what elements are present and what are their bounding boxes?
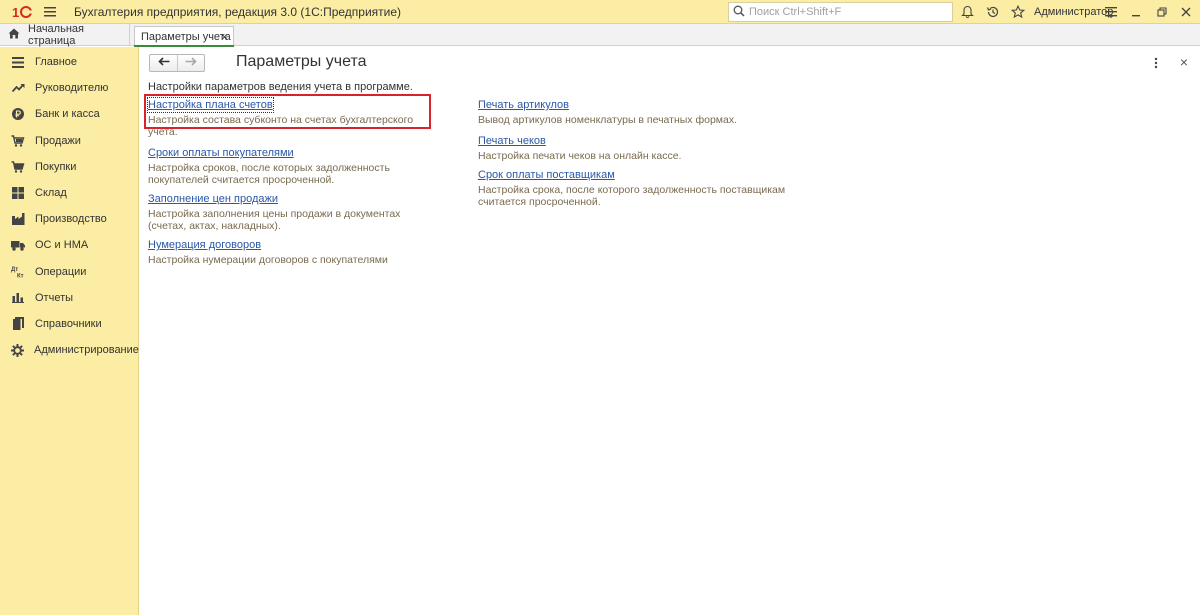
sidebar-item-label: Отчеты <box>35 291 74 304</box>
sidebar-item-administration[interactable]: Администрирование <box>0 337 139 363</box>
title-bar: 1 Бухгалтерия предприятия, редакция 3.0 … <box>0 0 1200 24</box>
setting-link[interactable]: Печать чеков <box>478 134 546 148</box>
sidebar-item-label: Склад <box>35 187 67 200</box>
tab-accounting-parameters[interactable]: Параметры учета × <box>134 26 234 47</box>
history-navigation <box>149 54 205 72</box>
setting-supplier-payment-terms: Срок оплаты поставщикам Настройка срока,… <box>478 168 798 208</box>
setting-description: Настройка сроков, после которых задолжен… <box>148 162 390 186</box>
sidebar-item-operations[interactable]: Дт Кт Операции <box>0 259 138 285</box>
svg-text:Кт: Кт <box>17 274 24 279</box>
minimize-icon[interactable] <box>1126 0 1146 24</box>
setting-customer-payment-terms: Сроки оплаты покупателями Настройка срок… <box>148 146 438 186</box>
setting-link[interactable]: Заполнение цен продажи <box>148 192 278 206</box>
factory-icon <box>11 212 25 226</box>
sidebar-item-production[interactable]: Производство <box>0 206 138 232</box>
sidebar-item-label: Банк и касса <box>35 108 100 121</box>
truck-icon <box>11 238 25 252</box>
setting-contract-numbering: Нумерация договоров Настройка нумерации … <box>148 238 438 266</box>
tab-home-label: Начальная страница <box>28 23 84 47</box>
setting-link[interactable]: Настройка плана счетов <box>147 97 274 113</box>
cart-arrow-icon <box>11 134 25 148</box>
ruble-coin-icon <box>11 107 25 121</box>
sidebar-item-warehouse[interactable]: Склад <box>0 180 138 206</box>
sidebar-item-bank[interactable]: Банк и касса <box>0 101 138 127</box>
setting-link[interactable]: Срок оплаты поставщикам <box>478 168 615 182</box>
sidebar-item-label: Главное <box>35 56 78 69</box>
setting-link[interactable]: Печать артикулов <box>478 98 569 112</box>
setting-description: Настройка нумерации договоров с покупате… <box>148 254 388 266</box>
setting-description: Настройка состава субконто на счетах бух… <box>148 114 414 138</box>
search-input[interactable] <box>749 6 949 18</box>
sidebar-item-label: Операции <box>35 265 87 278</box>
sidebar-item-director[interactable]: Руководителю <box>0 75 138 101</box>
settings-right-column: Печать артикулов Вывод артикулов номенкл… <box>478 98 798 214</box>
app-title: Бухгалтерия предприятия, редакция 3.0 (1… <box>74 4 402 19</box>
dt-kt-icon: Дт Кт <box>11 265 25 279</box>
page-subtitle: Настройки параметров ведения учета в про… <box>148 81 413 93</box>
forward-button[interactable] <box>177 55 204 71</box>
main-content: Параметры учета × Настройки параметров в… <box>140 47 1200 615</box>
setting-description: Настройка печати чеков на онлайн кассе. <box>478 150 682 162</box>
sidebar-item-label: Продажи <box>35 134 81 147</box>
setting-description: Вывод артикулов номенклатуры в печатных … <box>478 114 738 126</box>
tabs-bar: Начальная страница Параметры учета × <box>0 23 1200 47</box>
more-actions-icon[interactable] <box>1148 55 1164 71</box>
tab-close-icon[interactable]: × <box>221 29 228 45</box>
close-window-icon[interactable] <box>1176 0 1196 24</box>
warehouse-icon <box>11 186 25 200</box>
setting-chart-of-accounts: Настройка плана счетов Настройка состава… <box>144 94 438 138</box>
sidebar-item-label: Справочники <box>35 317 102 330</box>
list-icon <box>11 55 25 69</box>
main-menu-icon[interactable] <box>40 0 60 24</box>
sidebar-item-fixed-assets[interactable]: ОС и НМА <box>0 232 138 258</box>
page-title: Параметры учета <box>236 53 367 70</box>
svg-text:Дт: Дт <box>11 267 18 273</box>
favorites-star-icon[interactable] <box>1008 0 1028 24</box>
back-button[interactable] <box>150 55 177 71</box>
global-search[interactable] <box>728 2 953 22</box>
settings-menu-icon[interactable] <box>1101 0 1121 24</box>
setting-description: Настройка заполнения цены продажи в доку… <box>148 208 401 232</box>
settings-left-column: Настройка плана счетов Настройка состава… <box>144 94 438 272</box>
history-icon[interactable] <box>983 0 1003 24</box>
sidebar-item-reports[interactable]: Отчеты <box>0 285 138 311</box>
tab-home[interactable]: Начальная страница <box>0 23 130 47</box>
tab-active-label: Параметры учета <box>141 30 231 43</box>
restore-icon[interactable] <box>1152 0 1172 24</box>
sidebar-item-label: Руководителю <box>35 82 109 95</box>
home-icon <box>8 28 20 42</box>
bar-chart-icon <box>11 291 25 305</box>
sidebar-item-directories[interactable]: Справочники <box>0 311 138 337</box>
notifications-bell-icon[interactable] <box>957 0 977 24</box>
sidebar-item-label: Производство <box>35 213 107 226</box>
arrow-right-icon <box>185 57 197 69</box>
arrow-left-icon <box>157 57 170 69</box>
setting-print-receipts: Печать чеков Настройка печати чеков на о… <box>478 134 798 162</box>
trend-icon <box>11 81 25 95</box>
search-icon <box>733 5 745 20</box>
gear-icon <box>11 343 24 357</box>
close-form-icon[interactable]: × <box>1176 54 1192 70</box>
sidebar-item-label: Администрирование <box>34 344 139 357</box>
svg-text:1: 1 <box>12 5 19 19</box>
setting-sales-prices: Заполнение цен продажи Настройка заполне… <box>148 192 438 232</box>
sidebar-item-main[interactable]: Главное <box>0 49 138 75</box>
sidebar: Главное Руководителю Банк и касса Продаж… <box>0 47 139 615</box>
1c-logo: 1 <box>10 0 36 24</box>
setting-link[interactable]: Нумерация договоров <box>148 238 261 252</box>
cart-icon <box>11 160 25 174</box>
sidebar-item-purchases[interactable]: Покупки <box>0 154 138 180</box>
sidebar-item-label: Покупки <box>35 160 77 173</box>
setting-link[interactable]: Сроки оплаты покупателями <box>148 146 294 160</box>
setting-print-articles: Печать артикулов Вывод артикулов номенкл… <box>478 98 798 126</box>
book-icon <box>11 317 25 331</box>
sidebar-item-label: ОС и НМА <box>35 239 89 252</box>
sidebar-item-sales[interactable]: Продажи <box>0 128 138 154</box>
setting-description: Настройка срока, после которого задолжен… <box>478 184 786 208</box>
